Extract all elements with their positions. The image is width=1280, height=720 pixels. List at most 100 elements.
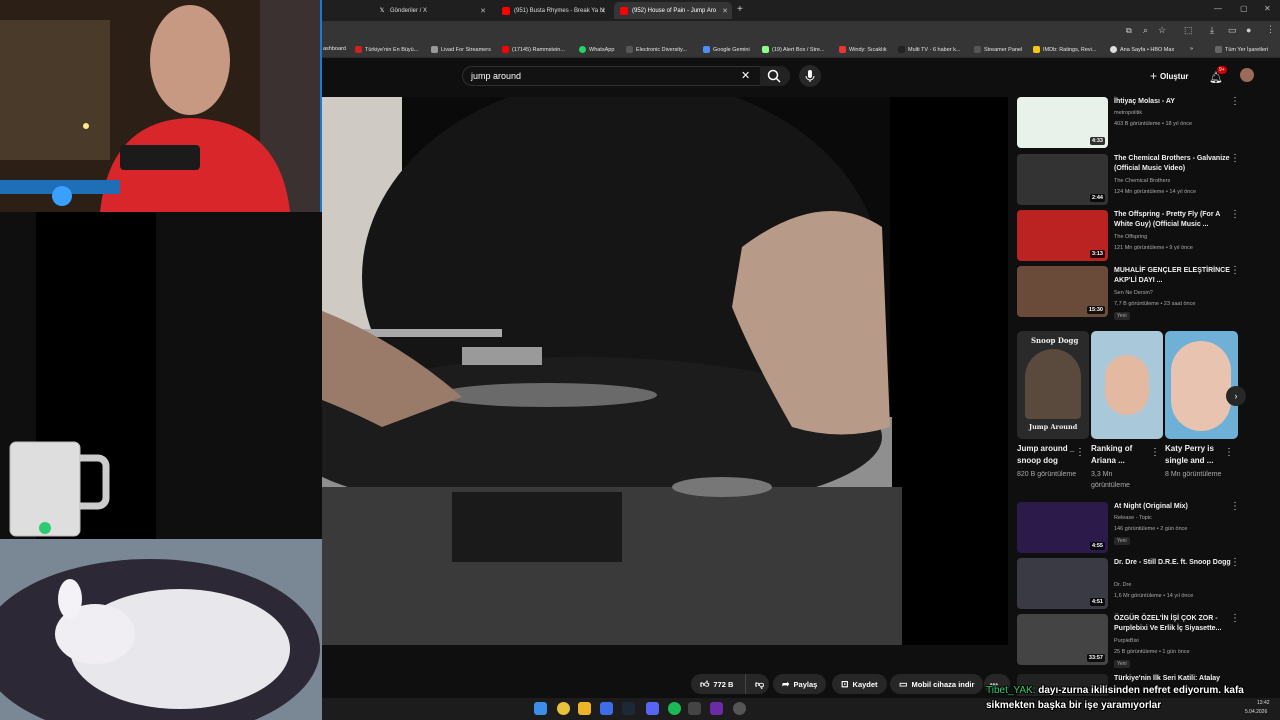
create-button[interactable]: + Oluştur xyxy=(1150,69,1188,83)
bookmark-item[interactable]: Livad For Streamers xyxy=(431,46,491,53)
bookmark-item[interactable]: (19) Alert Box / Stre... xyxy=(762,46,825,53)
short-thumbnail[interactable] xyxy=(1165,331,1238,439)
channel-name[interactable]: metropolitik xyxy=(1114,110,1142,116)
short-title[interactable]: Katy Perry is single and ... xyxy=(1165,443,1225,467)
recommendation-item[interactable]: 4:55 At Night (Original Mix) Release - T… xyxy=(1017,502,1242,556)
chevron-right-icon[interactable]: › xyxy=(1226,386,1246,406)
maximize-icon[interactable]: ▢ xyxy=(1240,4,1248,13)
download-icon[interactable]: ⤓ xyxy=(1210,25,1214,36)
bookmark-item[interactable]: Windy: Sıcaklık xyxy=(839,46,887,53)
menu-icon[interactable]: ⋮ xyxy=(1266,24,1275,35)
close-icon[interactable]: ✕ xyxy=(600,7,606,15)
video-title[interactable]: MUHALİF GENÇLER ELEŞTİRİNCE AKP'Lİ DAYI … xyxy=(1114,266,1232,286)
all-bookmarks[interactable]: Tüm Yer İşaretleri xyxy=(1215,46,1268,53)
channel-name[interactable]: Sen Ne Dersin? xyxy=(1114,290,1153,296)
bookmark-item[interactable]: ashboard xyxy=(323,46,346,52)
video-thumbnail[interactable]: 4:55 xyxy=(1017,502,1108,553)
recommendation-item[interactable]: 33:57 ÖZGÜR ÖZEL'İN İŞİ ÇOK ZOR - Purple… xyxy=(1017,614,1242,670)
tab-2[interactable]: (952) House of Pain - Jump Aro ✕ xyxy=(614,2,732,19)
recommendation-item[interactable]: 15:30 MUHALİF GENÇLER ELEŞTİRİNCE AKP'Lİ… xyxy=(1017,266,1242,322)
bookmark-item[interactable]: WhatsApp xyxy=(579,46,614,53)
recommendation-item[interactable]: 3:13 The Offspring - Pretty Fly (For A W… xyxy=(1017,210,1242,262)
bookmark-item[interactable]: Electronic Diversity... xyxy=(626,46,687,53)
video-title[interactable]: The Offspring - Pretty Fly (For A White … xyxy=(1114,210,1232,230)
video-thumbnail[interactable]: 2:44 xyxy=(1017,154,1108,205)
bookmark-item[interactable]: Google Gemini xyxy=(703,46,750,53)
chrome-icon[interactable] xyxy=(557,702,570,715)
recommendation-item[interactable]: 4:33 İhtiyaç Molası - AY metropolitik 40… xyxy=(1017,97,1242,149)
short-title[interactable]: Jump around _ snoop dog xyxy=(1017,443,1077,467)
avatar[interactable] xyxy=(1240,68,1254,82)
app-icon[interactable] xyxy=(688,702,701,715)
video-player[interactable] xyxy=(322,97,1008,645)
download-button[interactable]: ▭ Mobil cihaza indir xyxy=(890,674,984,694)
video-thumbnail[interactable]: 4:51 xyxy=(1017,558,1108,609)
share-button[interactable]: ➦ Paylaş xyxy=(773,674,827,694)
app-icon[interactable] xyxy=(600,702,613,715)
short-thumbnail[interactable] xyxy=(1091,331,1163,439)
bookmark-item[interactable]: Türkiye'nin En Büyü... xyxy=(355,46,418,53)
video-title[interactable]: The Chemical Brothers - Galvanize (Offic… xyxy=(1114,154,1232,174)
spotify-icon[interactable] xyxy=(668,702,681,715)
close-icon[interactable]: ✕ xyxy=(480,7,486,15)
channel-name[interactable]: PurpleBixi xyxy=(1114,638,1139,644)
video-title[interactable]: Dr. Dre - Still D.R.E. ft. Snoop Dogg xyxy=(1114,558,1232,568)
new-tab-button[interactable]: + xyxy=(737,4,743,15)
tab-0[interactable]: 𝕏 Gönderiler / X ✕ xyxy=(372,2,490,19)
bookmark-item[interactable]: IMDb: Ratings, Revi... xyxy=(1033,46,1097,53)
more-options-icon[interactable]: ⋮ xyxy=(1230,210,1240,220)
bookmark-item[interactable]: Streamer Panel xyxy=(974,46,1022,53)
video-thumbnail[interactable]: 15:30 xyxy=(1017,266,1108,317)
bookmark-item[interactable]: Multi TV - 6 haber k... xyxy=(898,46,960,53)
more-options-icon[interactable]: ⋮ xyxy=(1230,558,1240,568)
save-button[interactable]: ⊡ Kaydet xyxy=(832,674,887,694)
file-explorer-icon[interactable] xyxy=(578,702,591,715)
video-title[interactable]: İhtiyaç Molası - AY xyxy=(1114,97,1232,107)
obs-icon[interactable] xyxy=(733,702,746,715)
close-window-icon[interactable]: ✕ xyxy=(1264,4,1271,13)
more-options-icon[interactable]: ⋮ xyxy=(1075,448,1085,458)
video-thumbnail[interactable]: 3:13 xyxy=(1017,210,1108,261)
more-options-icon[interactable]: ⋮ xyxy=(1224,448,1234,458)
close-icon[interactable]: ✕ xyxy=(722,7,728,15)
channel-name[interactable]: The Offspring xyxy=(1114,234,1147,240)
video-thumbnail[interactable]: 4:33 xyxy=(1017,97,1108,148)
channel-name[interactable]: Dr. Dre xyxy=(1114,582,1131,588)
recommendation-item[interactable]: 2:44 The Chemical Brothers - Galvanize (… xyxy=(1017,154,1242,206)
short-thumbnail[interactable]: Snoop Dogg Jump Around xyxy=(1017,331,1089,439)
minimize-icon[interactable]: — xyxy=(1214,4,1222,13)
video-title[interactable]: ÖZGÜR ÖZEL'İN İŞİ ÇOK ZOR - Purplebixi V… xyxy=(1114,614,1232,634)
more-options-icon[interactable]: ⋮ xyxy=(1230,502,1240,512)
extensions-icon[interactable]: ⬚ xyxy=(1184,25,1193,36)
bookmarks-more-button[interactable]: » xyxy=(1190,46,1193,52)
video-title[interactable]: At Night (Original Mix) xyxy=(1114,502,1232,512)
steam-icon[interactable] xyxy=(622,702,635,715)
search-button[interactable] xyxy=(760,66,790,86)
short-title[interactable]: Ranking of Ariana ... xyxy=(1091,443,1151,467)
start-icon[interactable] xyxy=(534,702,547,715)
bookmark-item[interactable]: Ana Sayfa • HBO Max xyxy=(1110,46,1174,53)
search-input[interactable]: jump around ✕ xyxy=(462,66,790,86)
clear-icon[interactable]: ✕ xyxy=(741,69,750,82)
more-options-icon[interactable]: ⋮ xyxy=(1150,448,1160,458)
bookmark-item[interactable]: (17145) Rammstein... xyxy=(502,46,565,53)
channel-name[interactable]: Release - Topic xyxy=(1114,515,1152,521)
install-icon[interactable]: ⧉ xyxy=(1126,26,1132,36)
tab-1[interactable]: (951) Busta Rhymes - Break Ya N ✕ xyxy=(496,2,610,19)
video-thumbnail[interactable]: 33:57 xyxy=(1017,614,1108,665)
notifications-button[interactable]: 🔔︎ 9+ xyxy=(1209,66,1227,86)
star-icon[interactable]: ☆ xyxy=(1158,25,1166,36)
channel-name[interactable]: The Chemical Brothers xyxy=(1114,178,1170,184)
app-icon[interactable] xyxy=(710,702,723,715)
discord-icon[interactable] xyxy=(646,702,659,715)
more-options-icon[interactable]: ⋮ xyxy=(1230,154,1240,164)
profile-icon[interactable]: ● xyxy=(1246,25,1251,35)
more-options-icon[interactable]: ⋮ xyxy=(1230,614,1240,624)
sidebar-icon[interactable]: ▭ xyxy=(1228,25,1237,36)
zoom-icon[interactable]: ⌕ xyxy=(1143,25,1148,36)
dislike-button[interactable]: 👎︎ xyxy=(745,674,769,694)
more-options-icon[interactable]: ⋮ xyxy=(1230,97,1240,107)
like-button[interactable]: 👍︎ 772 B xyxy=(691,674,745,694)
more-options-icon[interactable]: ⋮ xyxy=(1230,266,1240,276)
voice-search-button[interactable] xyxy=(799,65,821,87)
